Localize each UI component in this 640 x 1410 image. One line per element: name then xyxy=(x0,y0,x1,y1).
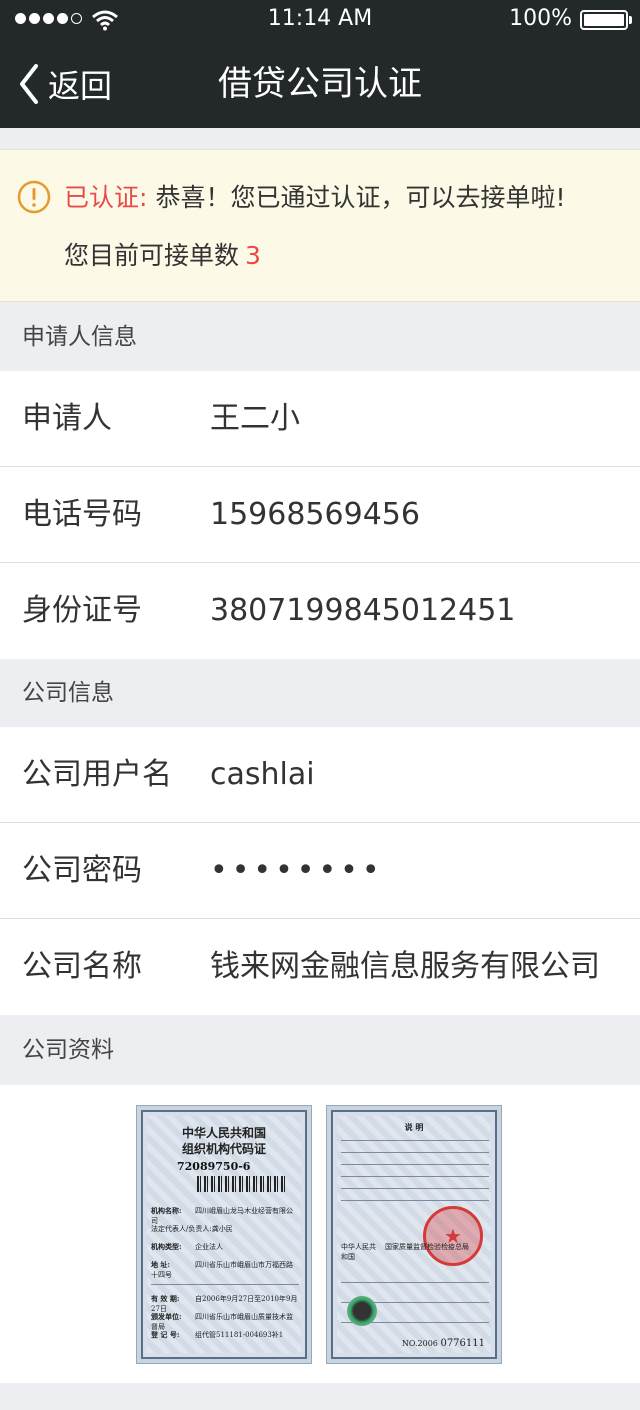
cert-reg: 登 记 号: 组代管511181-004693补1 xyxy=(151,1330,284,1339)
page-title: 借贷公司认证 xyxy=(218,64,422,104)
hologram-icon xyxy=(347,1296,377,1326)
row-label: 公司用户名 xyxy=(22,757,172,792)
info-row-company-password: 公司密码 •••••••• xyxy=(0,823,640,919)
cert-valid: 有 效 期: 自2006年9月27日至2010年9月27日 xyxy=(151,1294,298,1313)
certificate-back-image[interactable]: 说 明 ★ 中华人民共和国 国家质量监督检验检疫总局 NO.2006 07761… xyxy=(326,1105,502,1364)
nav-bar: 返回 借贷公司认证 xyxy=(0,40,640,128)
section-title-company: 公司信息 xyxy=(22,680,114,706)
row-label: 申请人 xyxy=(22,401,112,436)
cert-org: 机构名称: 四川峨眉山龙马木业经营有限公司 xyxy=(151,1206,293,1225)
warning-icon xyxy=(17,180,51,214)
row-value: cashlai xyxy=(210,757,315,792)
documents-panel: 中华人民共和国 组织机构代码证 72089750-6 机构名称: 四川峨眉山龙马木… xyxy=(0,1085,640,1383)
info-row-id-number: 身份证号 3807199845012451 xyxy=(0,563,640,659)
barcode xyxy=(197,1176,287,1192)
row-value: •••••••• xyxy=(210,853,384,888)
row-value: 3807199845012451 xyxy=(210,593,516,628)
order-count: 您目前可接单数 3 xyxy=(64,238,261,274)
official-seal-icon: ★ xyxy=(423,1206,483,1266)
order-count-value: 3 xyxy=(245,241,261,270)
cert-issuer: 颁发单位: 四川省乐山市峨眉山质量技术监督局 xyxy=(151,1312,293,1331)
top-bar: 11:14 AM 100% 返回 借贷公司认证 xyxy=(0,0,640,128)
cert-back-country: 中华人民共和国 xyxy=(341,1243,376,1261)
verification-notice: 已认证: 恭喜！您已通过认证，可以去接单啦! 您目前可接单数 3 xyxy=(0,149,640,302)
info-row-phone: 电话号码 15968569456 xyxy=(0,467,640,563)
cert-title-line2: 组织机构代码证 xyxy=(181,1142,266,1156)
cert-back-bureau: 国家质量监督检验检疫总局 xyxy=(385,1243,469,1251)
cert-type: 机构类型: 企业法人 xyxy=(151,1242,223,1251)
row-label: 公司名称 xyxy=(22,949,142,984)
battery-icon xyxy=(580,10,628,30)
cert-rep: 法定代表人/负责人:龚小民 xyxy=(151,1225,233,1233)
battery-percent: 100% xyxy=(509,6,572,31)
info-row-company-name: 公司名称 钱来网金融信息服务有限公司 xyxy=(0,919,640,1015)
cert-title-line1: 中华人民共和国 xyxy=(181,1126,266,1140)
battery-cap xyxy=(629,16,632,24)
order-count-label: 您目前可接单数 xyxy=(64,241,240,270)
row-value: 钱来网金融信息服务有限公司 xyxy=(210,949,600,984)
certificate-front-image[interactable]: 中华人民共和国 组织机构代码证 72089750-6 机构名称: 四川峨眉山龙马木… xyxy=(136,1105,312,1364)
section-title-applicant: 申请人信息 xyxy=(22,324,137,350)
row-label: 公司密码 xyxy=(22,853,142,888)
cert-back-heading: 说 明 xyxy=(404,1122,424,1132)
cert-back-number: NO.2006 0776111 xyxy=(401,1338,485,1349)
row-label: 身份证号 xyxy=(22,593,142,628)
row-value: 王二小 xyxy=(210,401,300,436)
info-row-company-username: 公司用户名 cashlai xyxy=(0,727,640,823)
info-row-applicant: 申请人 王二小 xyxy=(0,371,640,467)
verified-status-label: 已认证: xyxy=(64,183,148,212)
status-bar: 11:14 AM 100% xyxy=(0,0,640,40)
notice-text: 恭喜！您已通过认证，可以去接单啦! xyxy=(155,183,566,212)
section-title-documents: 公司资料 xyxy=(22,1037,114,1063)
cert-address: 地 址: 四川省乐山市峨眉山市万福西路十四号 xyxy=(151,1260,293,1279)
cert-code: 72089750-6 xyxy=(177,1160,251,1173)
row-label: 电话号码 xyxy=(22,497,142,532)
row-value: 15968569456 xyxy=(210,497,420,532)
notice-message: 已认证: 恭喜！您已通过认证，可以去接单啦! xyxy=(64,180,565,216)
